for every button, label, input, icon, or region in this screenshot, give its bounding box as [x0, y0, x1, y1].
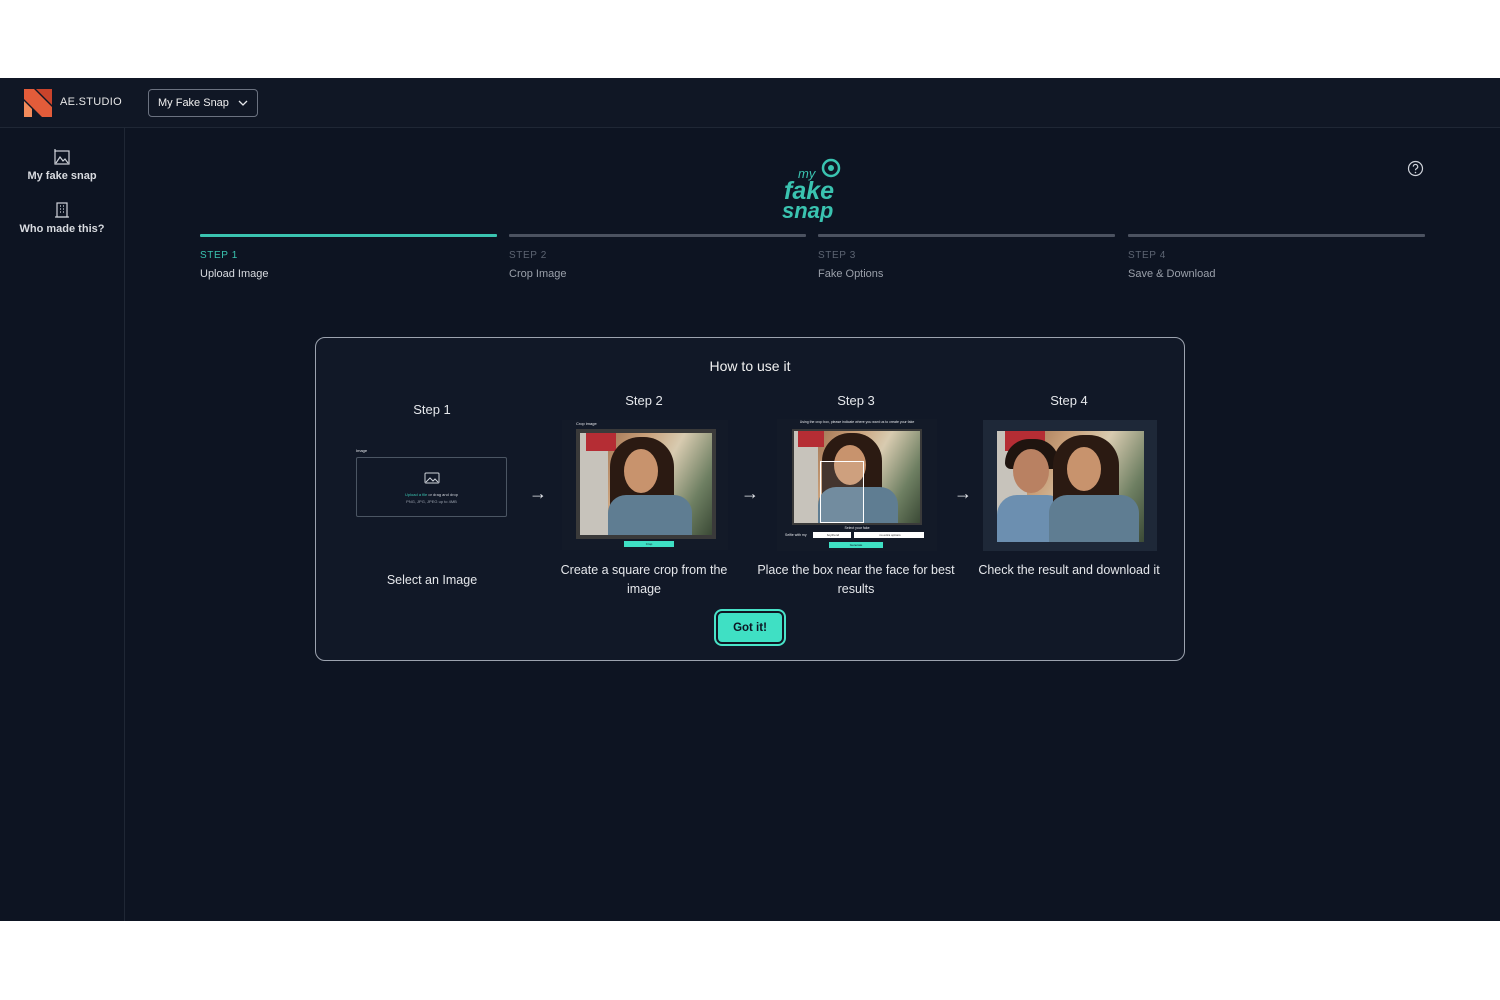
help-circle-icon[interactable] — [1407, 160, 1424, 177]
top-bar: AE.STUDIO My Fake Snap — [0, 78, 1500, 128]
how-to-step-description: Select an Image — [386, 573, 478, 587]
thumb-section-title: Select your fake — [844, 526, 870, 530]
step-name: Upload Image — [200, 268, 269, 280]
thumb-upload-rest: or drag and drop — [427, 492, 458, 497]
sidebar-item-my-fake-snap[interactable]: My fake snap — [0, 148, 124, 182]
thumb-field-label: Selfie with my — [785, 533, 807, 537]
fake-options-preview-photo — [792, 429, 922, 525]
crop-preview-photo — [576, 429, 716, 539]
building-icon — [55, 202, 69, 218]
thumb-field-2: no extra options — [854, 532, 924, 538]
step-progress-bar — [1128, 234, 1425, 237]
step-number: STEP 2 — [509, 250, 547, 261]
app-window: AE.STUDIO My Fake Snap My fake snap Who … — [0, 78, 1500, 921]
step-name: Save & Download — [1128, 268, 1216, 280]
gallery-icon — [54, 149, 70, 165]
stepper-step-2[interactable]: STEP 2 Crop Image — [509, 234, 806, 280]
step-name: Fake Options — [818, 268, 884, 280]
thumb-field-1: boyfriend — [813, 532, 851, 538]
thumb-crop-button: Crop — [624, 541, 674, 547]
step-number: STEP 1 — [200, 250, 238, 261]
fake-options-preview-thumbnail: Using the crop box, please indicate wher… — [777, 419, 937, 551]
chevron-down-icon — [238, 100, 248, 106]
how-to-step-title: Step 3 — [837, 393, 875, 408]
thumb-upload-text: Upload a file or drag and drop — [357, 492, 506, 497]
sidebar-item-label: Who made this? — [19, 223, 105, 235]
how-to-step-title: Step 2 — [625, 393, 663, 408]
stepper-step-3[interactable]: STEP 3 Fake Options — [818, 234, 1115, 280]
stepper-step-1[interactable]: STEP 1 Upload Image — [200, 234, 497, 280]
thumb-upload-link: Upload a file — [405, 492, 428, 497]
step-number: STEP 3 — [818, 250, 856, 261]
thumb-generate-button: Generate — [829, 542, 883, 548]
thumb-instruction-text: Using the crop box, please indicate wher… — [799, 420, 915, 424]
stepper-step-4[interactable]: STEP 4 Save & Download — [1128, 234, 1425, 280]
thumb-crop-label: Crop image — [576, 421, 597, 426]
upload-preview-thumbnail: Image Upload a file or drag and drop PNG… — [356, 448, 508, 520]
step-progress-bar — [200, 234, 497, 237]
thumb-upload-hint: PNG, JPG, JPEG up to 4MB — [406, 499, 457, 504]
sidebar-item-who-made-this[interactable]: Who made this? — [0, 201, 124, 235]
thumb-image-label: Image — [356, 448, 368, 453]
step-name: Crop Image — [509, 268, 567, 280]
how-to-step-3: Step 3 Using the crop box, please indica… — [756, 338, 956, 638]
how-to-step-description: Create a square crop from the image — [560, 563, 728, 596]
crop-preview-thumbnail: Crop image Crop — [562, 420, 728, 550]
step-progress-bar — [818, 234, 1115, 237]
got-it-button[interactable]: Got it! — [716, 611, 784, 644]
project-selector[interactable]: My Fake Snap — [148, 89, 258, 117]
image-icon — [424, 472, 440, 484]
step-progress-bar — [509, 234, 806, 237]
step-number: STEP 4 — [1128, 250, 1166, 261]
sidebar: My fake snap Who made this? — [0, 128, 125, 921]
how-to-step-title: Step 4 — [1050, 393, 1088, 408]
ae-studio-logo-icon[interactable] — [24, 89, 52, 117]
my-fake-snap-logo: my fake snap — [782, 158, 841, 222]
result-preview-thumbnail — [983, 420, 1157, 551]
how-to-step-description: Place the box near the face for best res… — [757, 563, 955, 596]
how-to-step-description: Check the result and download it — [978, 563, 1160, 577]
how-to-step-2: Step 2 Crop image Crop Create a square c… — [544, 338, 744, 638]
sidebar-item-label: My fake snap — [27, 170, 97, 182]
how-to-step-1: Step 1 Image Upload a file or drag and d… — [332, 338, 532, 638]
how-to-step-title: Step 1 — [413, 402, 451, 417]
how-to-use-modal: How to use it Step 1 Image Upload a file… — [315, 337, 1185, 661]
brand-name: AE.STUDIO — [60, 96, 122, 108]
thumb-dropzone: Upload a file or drag and drop PNG, JPG,… — [356, 457, 507, 517]
result-preview-photo — [997, 431, 1144, 542]
logo-word-snap: snap — [782, 198, 833, 222]
project-selector-label: My Fake Snap — [158, 97, 229, 109]
how-to-step-4: Step 4 Check the result and download it — [969, 338, 1169, 638]
